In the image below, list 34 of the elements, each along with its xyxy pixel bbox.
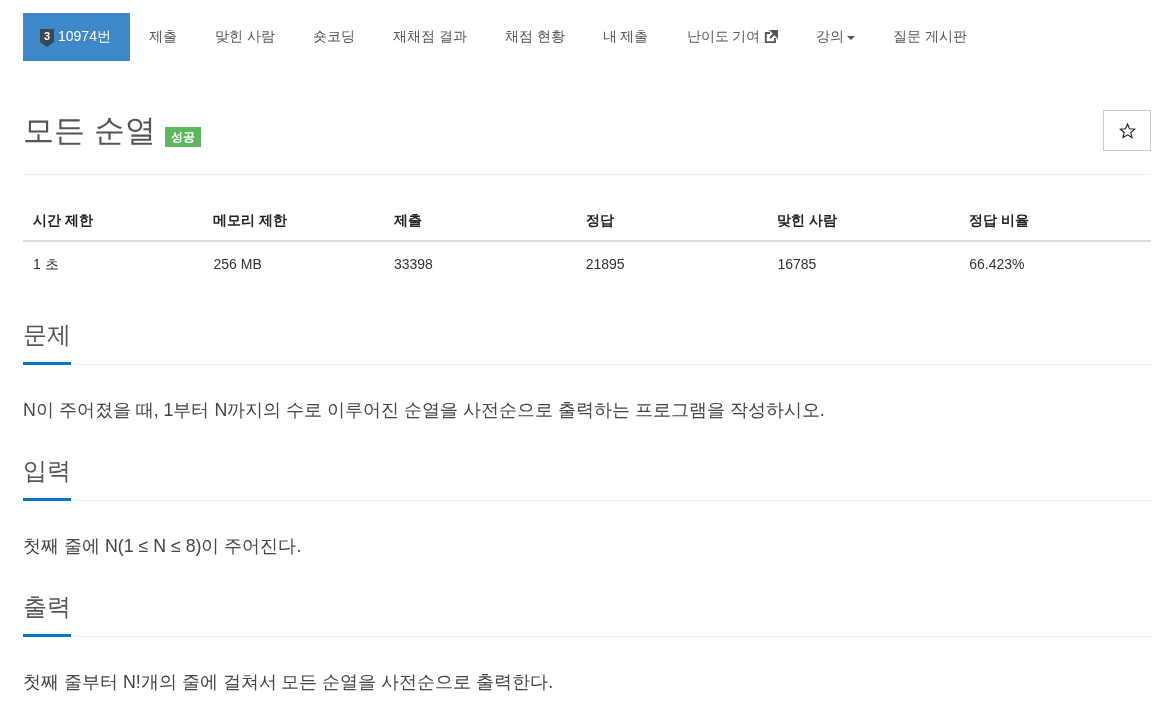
nav-tab[interactable]: 3 10974번 [23, 13, 130, 61]
nav-tab[interactable]: 맞힌 사람 [195, 13, 294, 61]
table-cell: 16785 [767, 241, 960, 284]
nav-tab[interactable]: 난이도 기여 [667, 13, 798, 61]
table-cell: 256 MB [203, 241, 384, 284]
dropdown-tab[interactable]: 강의 [797, 13, 875, 61]
table-header-cell: 시간 제한 [23, 200, 204, 241]
table-cell: 33398 [383, 241, 576, 284]
table-header-cell: 정답 [575, 200, 768, 241]
tier-badge: 3 [40, 29, 54, 47]
table-header-cell: 제출 [383, 200, 576, 241]
nav-tab[interactable]: 숏코딩 [293, 13, 374, 61]
status-label: 성공 [164, 126, 201, 147]
external-link-icon [764, 30, 779, 44]
table-header-cell: 맞힌 사람 [767, 200, 960, 241]
nav-tab[interactable]: 질문 게시판 [874, 13, 987, 61]
nav-tab[interactable]: 내 제출 [583, 13, 668, 61]
section-heading: 입력 [23, 456, 71, 501]
table-cell: 66.423% [959, 241, 1151, 284]
nav-tab[interactable]: 제출 [129, 13, 196, 61]
nav-tab[interactable]: 재채점 결과 [373, 13, 486, 61]
section-text: 첫째 줄부터 N!개의 줄에 걸쳐서 모든 순열을 사전순으로 출력한다. [23, 671, 555, 694]
section-text: N이 주어졌을 때, 1부터 N까지의 수로 이루어진 순열을 사전순으로 출력하는 프로그램을 작성하시오. [23, 399, 826, 422]
table-cell: 1 초 [23, 241, 204, 284]
favorite-button[interactable] [1103, 110, 1151, 151]
section-heading: 출력 [23, 592, 71, 637]
section-text: 첫째 줄에 N(1 ≤ N ≤ 8)이 주어진다. [23, 535, 303, 558]
table-cell: 21895 [575, 241, 768, 284]
table-header-cell: 메모리 제한 [203, 200, 384, 241]
section-heading: 문제 [23, 320, 71, 365]
caret-icon [847, 36, 856, 40]
nav-tab[interactable]: 채점 현황 [485, 13, 584, 61]
table-header-cell: 정답 비율 [959, 200, 1151, 241]
problem-title: 모든 순열 [23, 112, 156, 150]
